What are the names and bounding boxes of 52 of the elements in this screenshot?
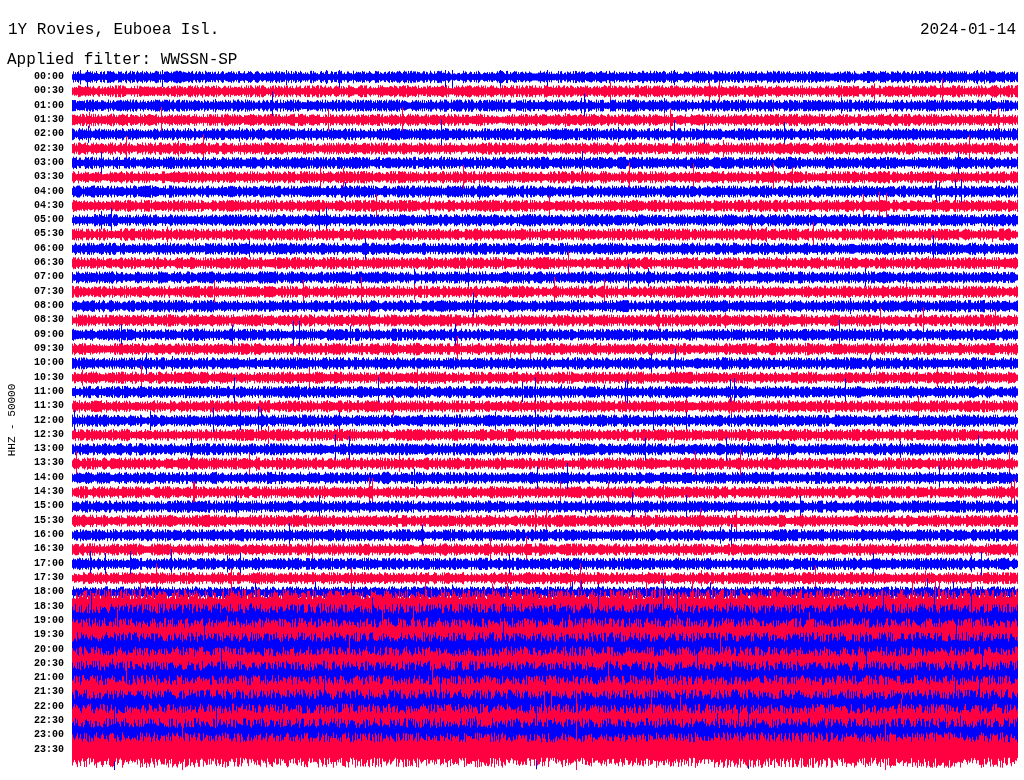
- time-label: 02:00: [33, 127, 65, 142]
- time-label: 23:30: [33, 742, 65, 757]
- time-label: 18:00: [33, 585, 65, 600]
- time-label: 20:30: [33, 656, 65, 671]
- time-label: 04:00: [33, 184, 65, 199]
- time-label: 20:00: [33, 642, 65, 657]
- time-label: 07:00: [33, 270, 65, 285]
- time-label: 16:30: [33, 542, 65, 557]
- time-label: 18:30: [33, 599, 65, 614]
- time-label: 21:00: [33, 671, 65, 686]
- date-label: 2024-01-14: [920, 20, 1016, 40]
- time-label: 13:30: [33, 456, 65, 471]
- time-label: 00:00: [33, 70, 65, 84]
- time-label: 10:00: [33, 356, 65, 371]
- time-label: 06:30: [33, 256, 65, 271]
- time-label: 09:00: [33, 327, 65, 342]
- time-label: 03:00: [33, 155, 65, 170]
- time-label: 15:00: [33, 499, 65, 514]
- time-label: 22:30: [33, 714, 65, 729]
- time-label: 02:30: [33, 141, 65, 156]
- time-label: 16:00: [33, 528, 65, 542]
- time-label: 04:30: [33, 198, 65, 213]
- time-label: 15:30: [33, 513, 65, 528]
- time-label: 05:00: [33, 213, 65, 228]
- time-label: 12:30: [33, 427, 65, 442]
- time-label: 01:30: [33, 112, 65, 127]
- time-label: 19:30: [33, 628, 65, 643]
- time-label: 08:00: [33, 299, 65, 313]
- time-label: 08:30: [33, 313, 65, 328]
- time-label: 12:00: [33, 413, 65, 428]
- time-label: 05:30: [33, 227, 65, 242]
- time-label: 17:30: [33, 570, 65, 585]
- time-label: 11:00: [33, 384, 65, 399]
- time-label: 00:30: [33, 84, 65, 99]
- time-label: 23:00: [33, 728, 65, 743]
- channel-label: HHZ - 50000: [6, 383, 18, 457]
- time-label: 17:00: [33, 556, 65, 571]
- time-label: 14:00: [33, 470, 65, 485]
- filter-label: Applied filter: WWSSN-SP: [6, 50, 239, 70]
- time-label: 09:30: [33, 341, 65, 356]
- time-label: 19:00: [33, 613, 65, 628]
- time-label: 10:30: [33, 370, 65, 385]
- time-label: 06:00: [33, 241, 65, 256]
- time-label: 14:30: [33, 485, 65, 500]
- station-title: 1Y Rovies, Euboea Isl.: [8, 20, 220, 40]
- time-label: 07:30: [33, 284, 65, 299]
- time-label: 13:00: [33, 442, 65, 457]
- time-label: 22:00: [33, 699, 65, 714]
- time-label: 01:00: [33, 98, 65, 113]
- time-label: 21:30: [33, 685, 65, 700]
- time-label: 11:30: [33, 399, 65, 414]
- time-label: 03:30: [33, 170, 65, 185]
